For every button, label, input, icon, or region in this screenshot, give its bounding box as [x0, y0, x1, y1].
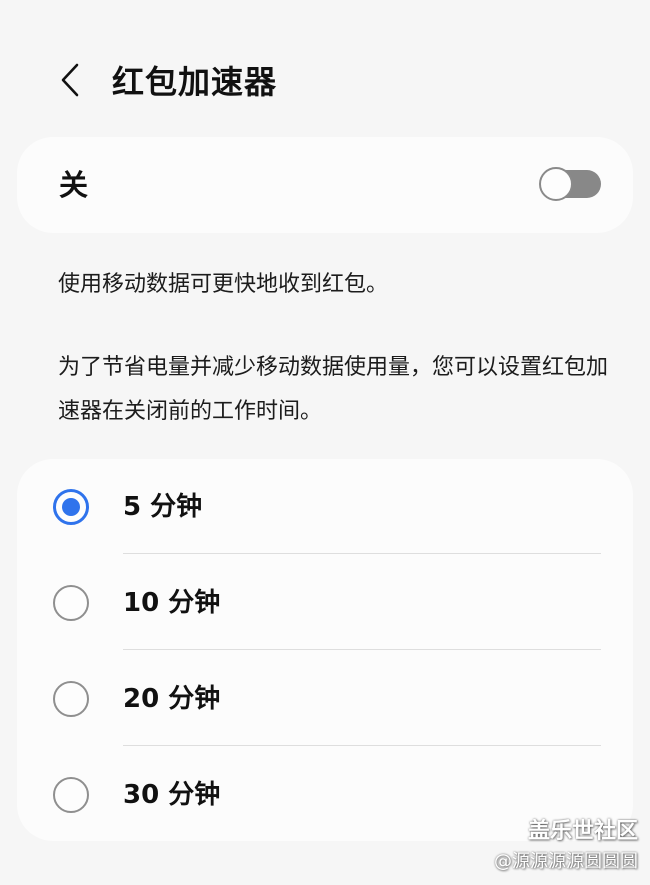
watermark-user: @源源源源圆圆圆 [494, 851, 638, 872]
divider [123, 553, 601, 554]
option-label: 30 分钟 [123, 780, 221, 810]
back-button[interactable] [44, 52, 96, 112]
master-toggle-card[interactable]: 关 [17, 137, 633, 233]
master-switch[interactable] [539, 167, 601, 201]
radio-button[interactable] [53, 777, 89, 813]
duration-options-card: 5 分钟 10 分钟 20 分钟 30 分钟 [17, 459, 633, 841]
radio-button[interactable] [53, 681, 89, 717]
radio-dot [62, 498, 80, 516]
description-text: 使用移动数据可更快地收到红包。 [58, 272, 389, 297]
option-label: 10 分钟 [123, 588, 221, 618]
switch-thumb [539, 167, 573, 201]
option-label: 20 分钟 [123, 684, 221, 714]
toggle-state-label: 关 [59, 168, 89, 202]
header-bar: 红包加速器 [0, 52, 650, 114]
radio-button[interactable] [53, 585, 89, 621]
divider [123, 745, 601, 746]
watermark-brand: 盖乐世社区 [527, 819, 638, 844]
option-10-min[interactable]: 10 分钟 [17, 555, 633, 651]
radio-button-selected[interactable] [53, 489, 89, 525]
option-label: 5 分钟 [123, 492, 203, 522]
description-detail-text: 为了节省电量并减少移动数据使用量，您可以设置红包加速器在关闭前的工作时间。 [58, 355, 609, 424]
chevron-left-icon [60, 63, 80, 101]
option-5-min[interactable]: 5 分钟 [17, 459, 633, 555]
page-title: 红包加速器 [112, 63, 278, 101]
divider [123, 649, 601, 650]
option-20-min[interactable]: 20 分钟 [17, 651, 633, 747]
